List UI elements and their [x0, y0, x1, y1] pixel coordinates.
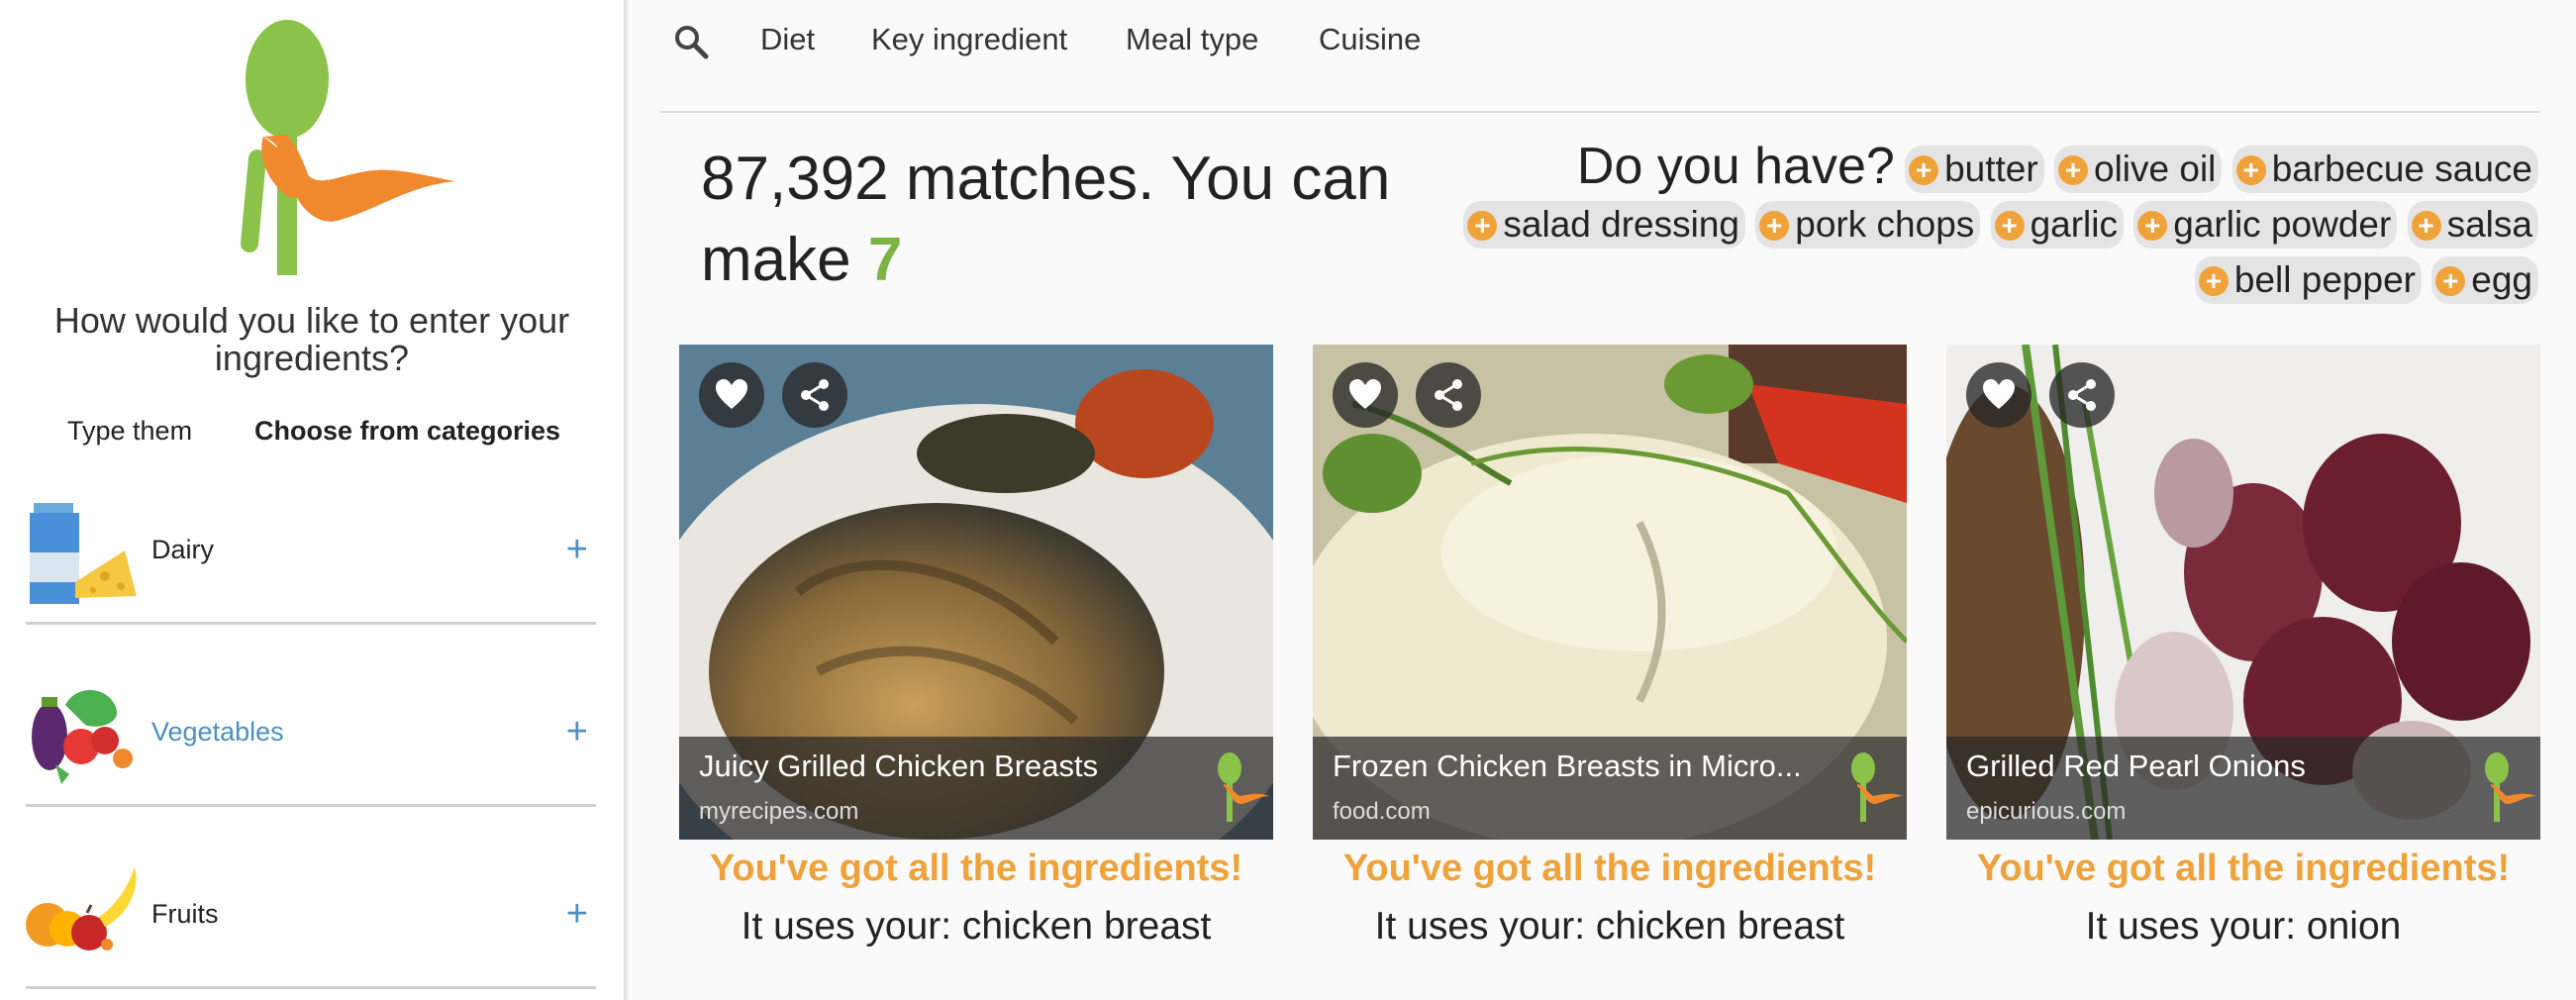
suggestion-chip[interactable]: + barbecue sauce — [2231, 146, 2538, 193]
add-icon: + — [2198, 266, 2229, 296]
recipe-title[interactable]: Frozen Chicken Breasts in Micro... — [1333, 749, 1828, 784]
heart-icon — [716, 379, 747, 409]
recipe-card[interactable]: Grilled Red Pearl Onions epicurious.com … — [1946, 345, 2540, 948]
category-label: Vegetables — [151, 717, 284, 747]
nav-meal-type[interactable]: Meal type — [1126, 22, 1258, 57]
recipe-title[interactable]: Grilled Red Pearl Onions — [1966, 749, 2461, 784]
category-label: Fruits — [151, 899, 219, 929]
add-icon: + — [2137, 211, 2168, 241]
heart-icon — [1349, 379, 1381, 409]
suggestions-question: Do you have? — [1576, 138, 1895, 195]
chip-label: barbecue sauce — [2271, 149, 2532, 189]
supercook-logo-icon — [2485, 752, 2536, 822]
suggestion-chip[interactable]: + pork chops — [1755, 201, 1981, 249]
dairy-icon — [30, 503, 137, 604]
add-icon: + — [1759, 211, 1790, 241]
heart-icon — [1983, 379, 2015, 409]
expand-fruits-icon[interactable]: + — [566, 893, 588, 936]
supercook-logo-icon — [1851, 752, 1903, 822]
uses-ingredients: It uses your: onion — [2085, 905, 2402, 948]
uses-ingredients: It uses your: chicken breast — [741, 905, 1212, 948]
recipe-source: epicurious.com — [1966, 798, 2127, 825]
share-button[interactable] — [2049, 362, 2115, 428]
recipe-card[interactable]: Frozen Chicken Breasts in Micro... food.… — [1313, 345, 1907, 948]
recipe-card[interactable]: Juicy Grilled Chicken Breasts myrecipes.… — [679, 345, 1273, 948]
add-icon: + — [2435, 266, 2466, 296]
supercook-logo-icon — [1218, 752, 1269, 822]
suggestion-chip[interactable]: + olive oil — [2054, 146, 2223, 193]
matches-text: 87,392 matches. You can make — [701, 145, 1391, 294]
ingredient-entry-prompt: How would you like to enter your ingredi… — [53, 300, 570, 378]
favorite-button[interactable] — [699, 362, 764, 428]
add-icon: + — [2411, 211, 2441, 241]
search-icon[interactable] — [673, 24, 709, 59]
recipe-source: food.com — [1333, 798, 1431, 825]
chip-label: olive oil — [2094, 149, 2217, 189]
add-icon: + — [2058, 155, 2088, 185]
makeable-count: 7 — [867, 226, 903, 294]
suggestion-chip[interactable]: + bell pepper — [2194, 256, 2422, 304]
recipe-source: myrecipes.com — [699, 798, 859, 825]
share-button[interactable] — [1416, 362, 1481, 428]
chip-label: butter — [1944, 149, 2038, 189]
sidebar-shadow — [624, 0, 630, 1000]
category-label: Dairy — [151, 535, 215, 564]
share-icon — [1435, 379, 1462, 411]
fruits-icon — [26, 867, 137, 950]
ingredients-status: You've got all the ingredients! — [1976, 848, 2511, 889]
category-dairy[interactable]: Dairy + — [26, 493, 596, 642]
vegetables-icon — [32, 690, 133, 784]
chip-label: bell pepper — [2233, 259, 2416, 300]
add-icon: + — [1909, 155, 1939, 185]
chip-label: salad dressing — [1503, 204, 1739, 245]
uses-ingredients: It uses your: chicken breast — [1374, 905, 1845, 948]
add-icon: + — [1994, 211, 2025, 241]
favorite-button[interactable] — [1333, 362, 1398, 428]
chip-label: pork chops — [1795, 204, 1975, 245]
chip-label: garlic powder — [2173, 204, 2392, 245]
expand-vegetables-icon[interactable]: + — [566, 711, 588, 753]
chip-label: garlic — [2030, 204, 2118, 245]
chip-label: egg — [2471, 259, 2532, 300]
divider — [26, 622, 596, 625]
suggestion-chip[interactable]: + garlic — [1990, 201, 2124, 249]
nav-diet[interactable]: Diet — [760, 22, 815, 57]
suggestion-chip[interactable]: + butter — [1905, 146, 2044, 193]
favorite-button[interactable] — [1966, 362, 2031, 428]
tab-type-them[interactable]: Type them — [67, 416, 192, 447]
sidebar: How would you like to enter your ingredi… — [0, 0, 624, 1000]
divider — [26, 804, 596, 807]
ingredients-status: You've got all the ingredients! — [1342, 848, 1877, 889]
match-count: 87,392 matches. You can make 7 — [701, 139, 1414, 301]
add-icon: + — [1467, 211, 1498, 241]
filter-nav: Diet Key ingredient Meal type Cuisine — [659, 0, 2540, 113]
add-icon: + — [2235, 155, 2266, 185]
divider — [26, 986, 596, 989]
ingredients-status: You've got all the ingredients! — [709, 848, 1243, 889]
tab-choose-from-categories[interactable]: Choose from categories — [254, 416, 560, 447]
chip-label: salsa — [2446, 204, 2532, 245]
category-fruits[interactable]: Fruits + — [26, 857, 596, 1000]
recipe-title[interactable]: Juicy Grilled Chicken Breasts — [699, 749, 1194, 784]
share-icon — [2068, 379, 2096, 411]
suggestion-chip[interactable]: + salad dressing — [1463, 201, 1745, 249]
category-vegetables[interactable]: Vegetables + — [26, 675, 596, 824]
share-icon — [801, 379, 829, 411]
suggestion-chip[interactable]: + egg — [2431, 256, 2538, 304]
nav-cuisine[interactable]: Cuisine — [1319, 22, 1421, 57]
expand-dairy-icon[interactable]: + — [566, 529, 588, 571]
share-button[interactable] — [782, 362, 847, 428]
ingredient-suggestions: Do you have? + butter + olive oil + barbecu… — [1455, 139, 2538, 308]
supercook-logo — [241, 20, 455, 275]
nav-key-ingredient[interactable]: Key ingredient — [871, 22, 1067, 57]
suggestion-chip[interactable]: + garlic powder — [2133, 201, 2398, 249]
suggestion-chip[interactable]: + salsa — [2407, 201, 2538, 249]
